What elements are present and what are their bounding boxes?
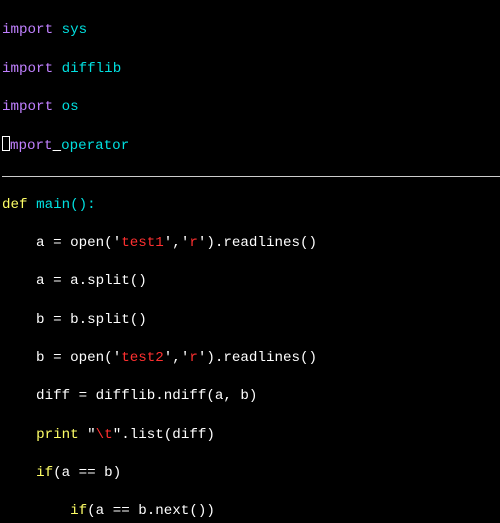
keyword-import: import — [2, 61, 53, 77]
code-line: a = open('test1','r').readlines() — [2, 234, 500, 253]
code-line: import difflib — [2, 60, 500, 79]
keyword-import: import — [2, 22, 53, 38]
string-literal: r — [189, 350, 198, 366]
code-line: if(a == b) — [2, 464, 500, 483]
code-editor[interactable]: import sys import difflib import os mpor… — [0, 0, 500, 523]
module-os: os — [62, 99, 79, 115]
code-line: def main(): — [2, 196, 500, 215]
string-literal: test2 — [121, 350, 164, 366]
keyword-if: if — [70, 503, 87, 519]
module-difflib: difflib — [62, 61, 122, 77]
module-operator: operator — [61, 138, 129, 154]
string-literal: test1 — [121, 235, 164, 251]
keyword-import-partial: mport — [10, 138, 53, 154]
code-line: a = a.split() — [2, 272, 500, 291]
keyword-if: if — [36, 465, 53, 481]
keyword-import: import — [2, 99, 53, 115]
string-literal: r — [189, 235, 198, 251]
string-literal: \t — [96, 427, 113, 443]
quote: ' — [113, 235, 122, 251]
quote: " — [113, 427, 122, 443]
separator — [2, 176, 500, 177]
quote: ' — [113, 350, 122, 366]
code-line: b = open('test2','r').readlines() — [2, 349, 500, 368]
code-line: print "\t".list(diff) — [2, 426, 500, 445]
module-sys: sys — [62, 22, 88, 38]
code-line: import sys — [2, 21, 500, 40]
code-line: import os — [2, 98, 500, 117]
func-name: main(): — [36, 197, 96, 213]
cursor-icon — [2, 136, 10, 151]
code-line: b = b.split() — [2, 311, 500, 330]
keyword-def: def — [2, 197, 28, 213]
underscore — [53, 138, 62, 154]
quote: " — [87, 427, 96, 443]
code-line: diff = difflib.ndiff(a, b) — [2, 387, 500, 406]
code-line: if(a == b.next()) — [2, 502, 500, 521]
code-line: mport operator — [2, 136, 500, 156]
keyword-print: print — [36, 427, 79, 443]
